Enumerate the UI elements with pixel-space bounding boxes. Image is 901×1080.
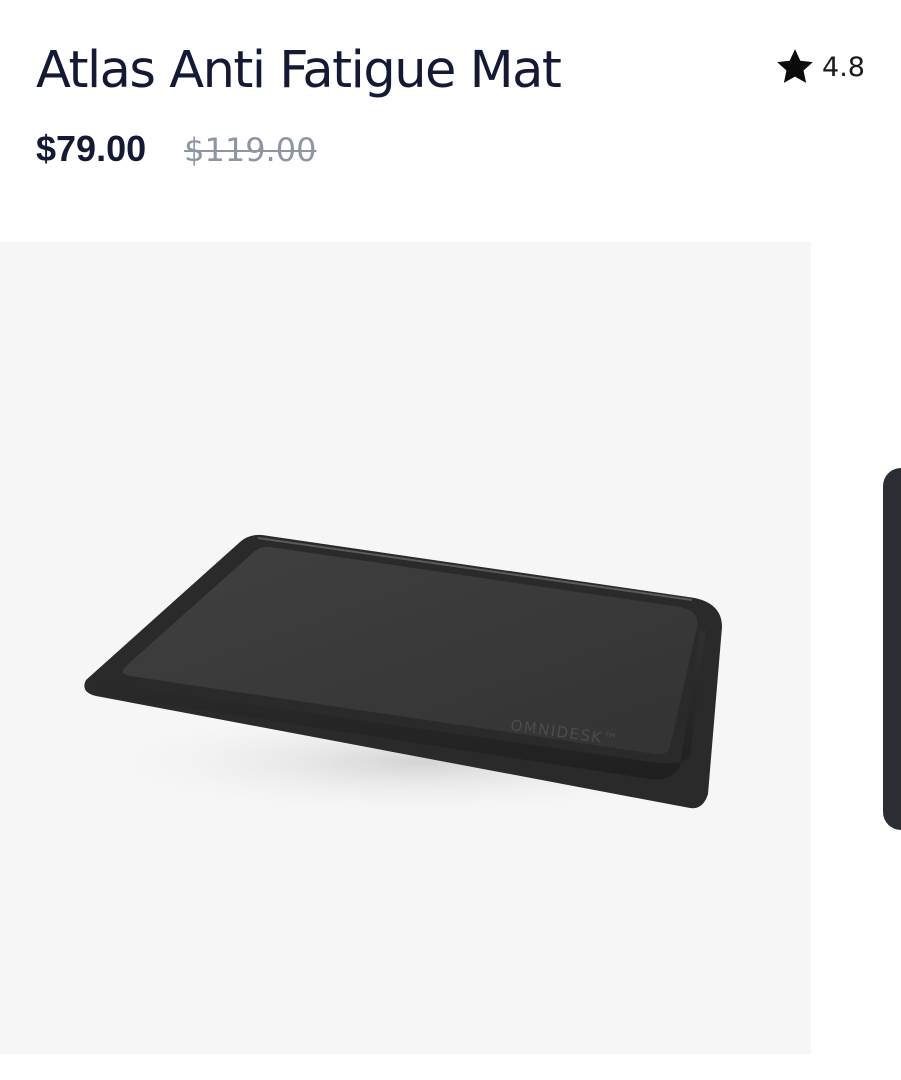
original-price: $119.00 — [184, 131, 317, 169]
product-image[interactable]: OMNIDESK™ — [0, 242, 811, 1054]
product-header: Atlas Anti Fatigue Mat 4.8 $79.00 $119.0… — [0, 0, 901, 240]
rating-value: 4.8 — [822, 51, 865, 83]
star-icon — [774, 46, 816, 88]
rating[interactable]: 4.8 — [774, 46, 865, 88]
product-title: Atlas Anti Fatigue Mat — [36, 41, 562, 100]
next-image-peek[interactable] — [883, 468, 901, 830]
product-image-carousel[interactable]: OMNIDESK™ — [0, 242, 901, 1054]
current-price: $79.00 — [36, 128, 147, 169]
price-block: $79.00 $119.00 — [36, 128, 316, 170]
